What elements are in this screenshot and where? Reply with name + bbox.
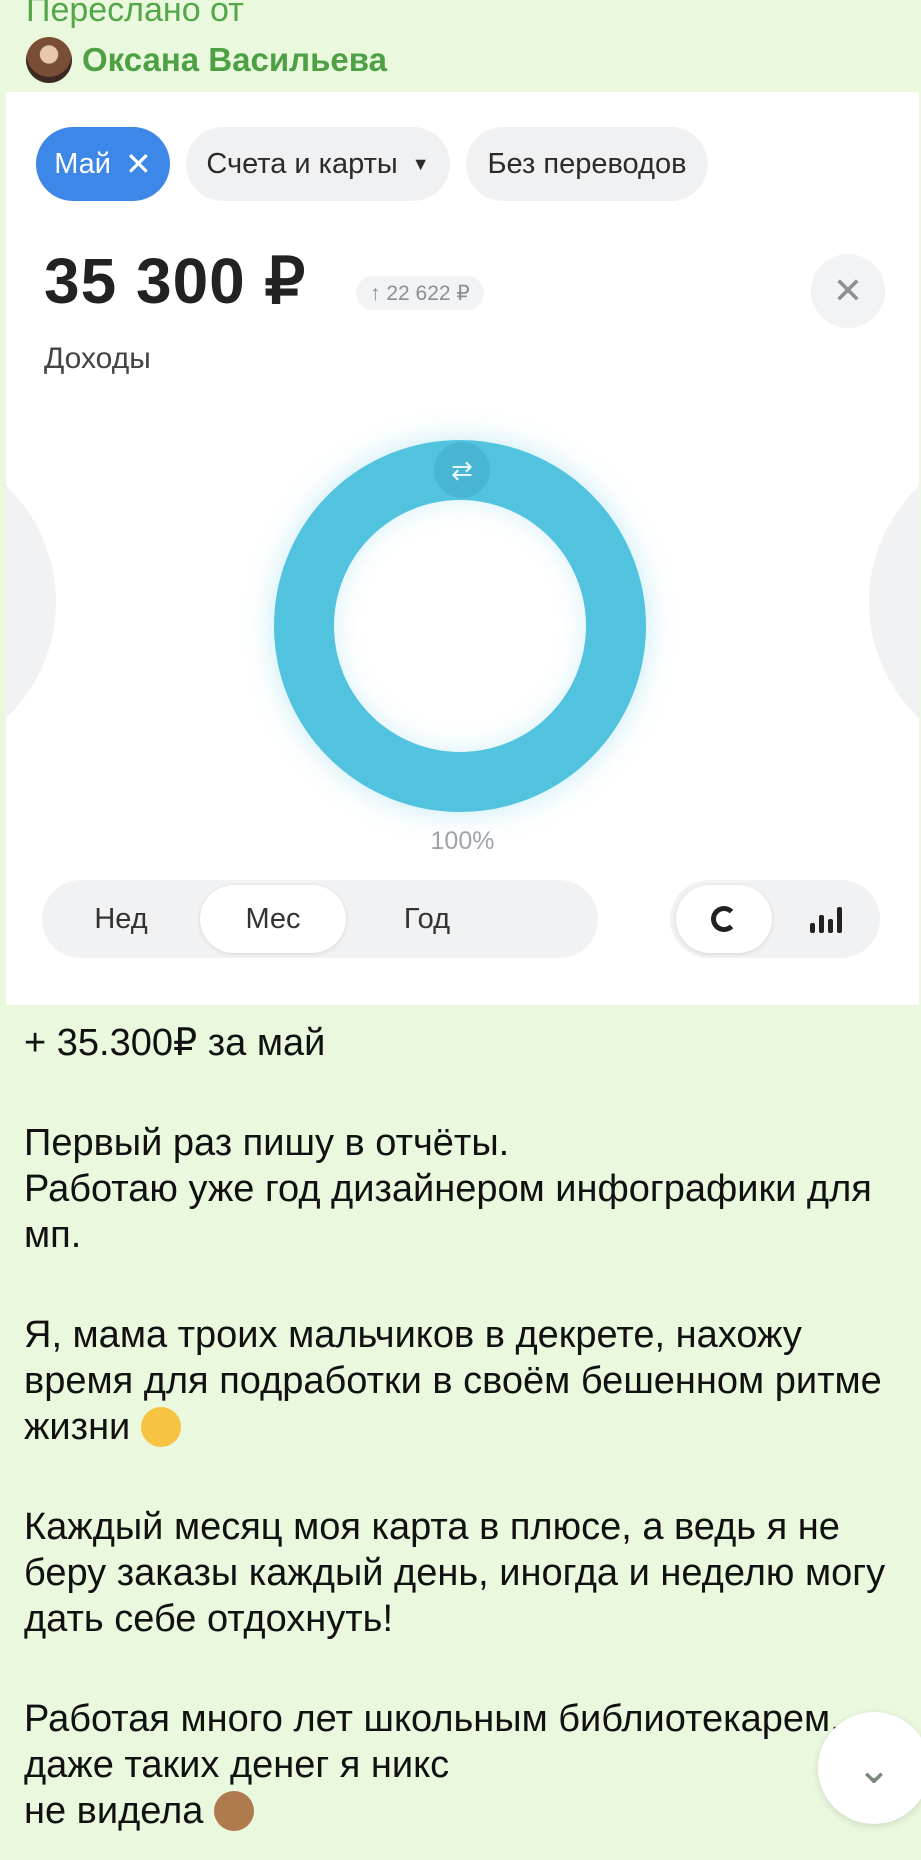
transfer-icon: ⇄	[434, 442, 490, 498]
tab-year[interactable]: Год	[354, 885, 500, 953]
donut-percent-label: 100%	[430, 827, 495, 855]
sender-name[interactable]: Оксана Васильева	[82, 41, 387, 79]
donut-view-button[interactable]	[676, 885, 772, 953]
message-line: Каждый месяц моя карта в плюсе, а ведь я…	[24, 1506, 886, 1640]
chip-accounts-label: Счета и карты	[206, 147, 398, 180]
message-line: не видела	[24, 1790, 204, 1832]
bar-chart-icon	[810, 905, 842, 933]
triangle-down-icon: ▼	[411, 153, 430, 174]
chart-view-toggle	[670, 880, 880, 958]
next-chart-ghost	[869, 442, 919, 762]
chip-accounts[interactable]: Счета и карты ▼	[186, 127, 450, 201]
see-no-evil-monkey-emoji	[214, 1791, 255, 1831]
prev-chart-ghost	[6, 442, 56, 762]
chip-month[interactable]: Май ✕	[36, 127, 170, 201]
delta-badge: ↑ 22 622 ₽	[356, 276, 484, 310]
chip-month-label: Май	[54, 147, 111, 180]
chip-no-transfers-label: Без переводов	[487, 147, 687, 180]
message-line: Работая много лет школьным библиотекарем…	[24, 1698, 841, 1786]
forwarded-from-label: Переслано от	[26, 0, 244, 29]
tab-week[interactable]: Нед	[50, 885, 192, 953]
scroll-down-button[interactable]: ⌄	[818, 1712, 921, 1824]
zany-face-emoji	[140, 1407, 181, 1447]
close-button[interactable]: ✕	[811, 254, 885, 328]
tab-month[interactable]: Мес	[200, 885, 346, 953]
avatar[interactable]	[26, 37, 72, 83]
forward-sender[interactable]: Оксана Васильева	[26, 36, 387, 84]
income-amount: 35 300 ₽	[44, 245, 307, 317]
period-selector: Нед Мес Год	[42, 880, 598, 958]
message-text: + 35.300₽ за май Первый раз пишу в отчёт…	[24, 1020, 904, 1834]
close-icon: ✕	[125, 146, 152, 182]
chevron-down-icon: ⌄	[856, 1744, 892, 1792]
finance-screenshot: Май ✕ Счета и карты ▼ Без переводов 35 3…	[6, 92, 919, 1005]
ring-icon	[711, 906, 737, 932]
bar-view-button[interactable]	[778, 885, 874, 953]
message-line: Работаю уже год дизайнером инфографики д…	[24, 1168, 872, 1256]
chip-no-transfers[interactable]: Без переводов	[466, 127, 708, 201]
message-line: + 35.300₽ за май	[24, 1022, 326, 1064]
message-line: Первый раз пишу в отчёты.	[24, 1122, 510, 1164]
income-label: Доходы	[44, 342, 151, 375]
